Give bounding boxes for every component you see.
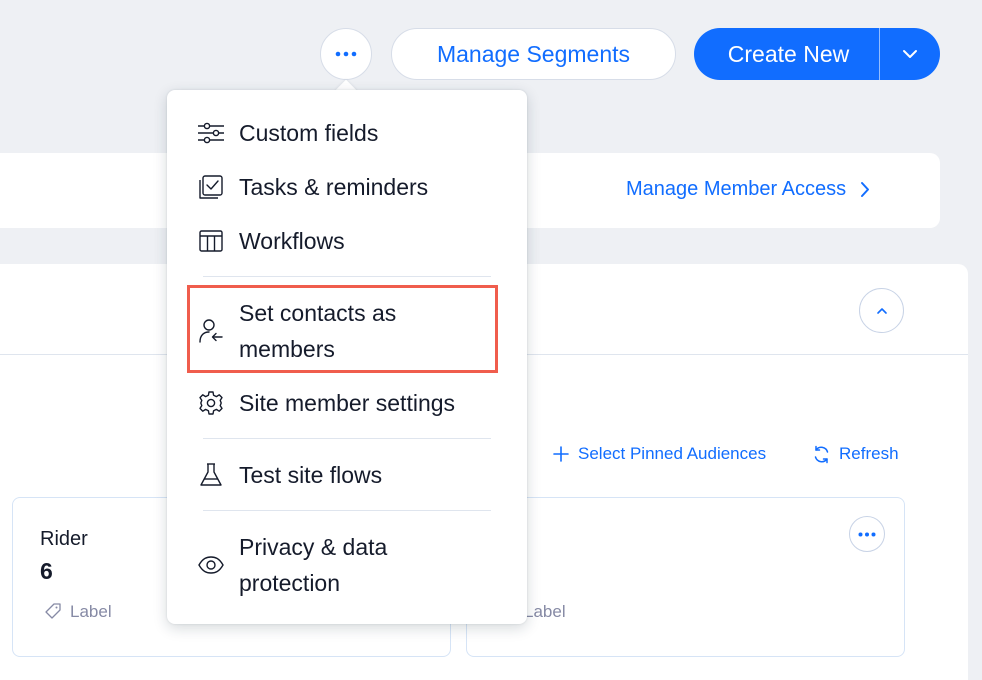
manage-segments-button[interactable]: Manage Segments [391,28,676,80]
menu-divider [203,510,491,511]
menu-item-label: Tasks & reminders [239,174,429,200]
menu-item-label: Custom fields [239,120,379,146]
menu-item-label: Test site flows [239,462,383,488]
chevron-up-icon [876,307,887,314]
menu-item-label: Workflows [239,228,345,254]
tasks-icon [197,173,225,201]
audience-label-tag[interactable]: Label [43,602,112,622]
plus-icon [553,446,569,462]
create-new-button[interactable]: Create New [694,28,880,80]
more-horizontal-icon [335,51,357,57]
menu-item-label: Privacy & data protection [239,534,388,596]
select-pinned-audiences-button[interactable]: Select Pinned Audiences [552,444,766,464]
audience-more-button[interactable] [849,516,885,552]
more-actions-button[interactable] [320,28,372,80]
menu-divider [203,276,491,277]
create-new-dropdown-button[interactable] [880,28,940,80]
menu-item-site-member-settings[interactable]: Site member settings [197,385,455,421]
manage-member-access-link[interactable]: Manage Member Access [626,178,870,201]
refresh-button[interactable]: Refresh [812,444,899,464]
gear-icon [197,389,225,417]
menu-item-custom-fields[interactable]: Custom fields [197,115,378,151]
menu-item-workflows[interactable]: Workflows [197,223,345,259]
menu-item-label: Site member settings [239,390,456,416]
audience-label-text: Label [524,602,566,621]
refresh-label: Refresh [839,444,899,463]
select-pinned-audiences-label: Select Pinned Audiences [578,444,767,463]
menu-item-test-site-flows[interactable]: Test site flows [197,457,382,493]
audience-card[interactable]: ters Label [466,497,905,657]
refresh-icon [814,445,829,463]
highlight-box [187,285,498,373]
sliders-icon [197,119,225,147]
audience-label-text: Label [70,602,112,621]
tag-icon [45,603,61,619]
manage-member-access-label: Manage Member Access [626,178,847,200]
menu-item-privacy-data-protection[interactable]: Privacy & data protection [197,529,489,601]
flask-icon [197,461,225,489]
chevron-down-icon [903,50,917,58]
create-new-button-group: Create New [694,28,940,80]
more-horizontal-icon [858,532,876,536]
menu-divider [203,438,491,439]
menu-item-tasks-reminders[interactable]: Tasks & reminders [197,169,428,205]
audience-count: 6 [40,558,53,584]
chevron-right-icon [861,182,870,197]
audience-title: Rider [40,528,88,550]
eye-icon [197,551,225,579]
workflow-icon [197,227,225,255]
collapse-button[interactable] [859,288,904,333]
